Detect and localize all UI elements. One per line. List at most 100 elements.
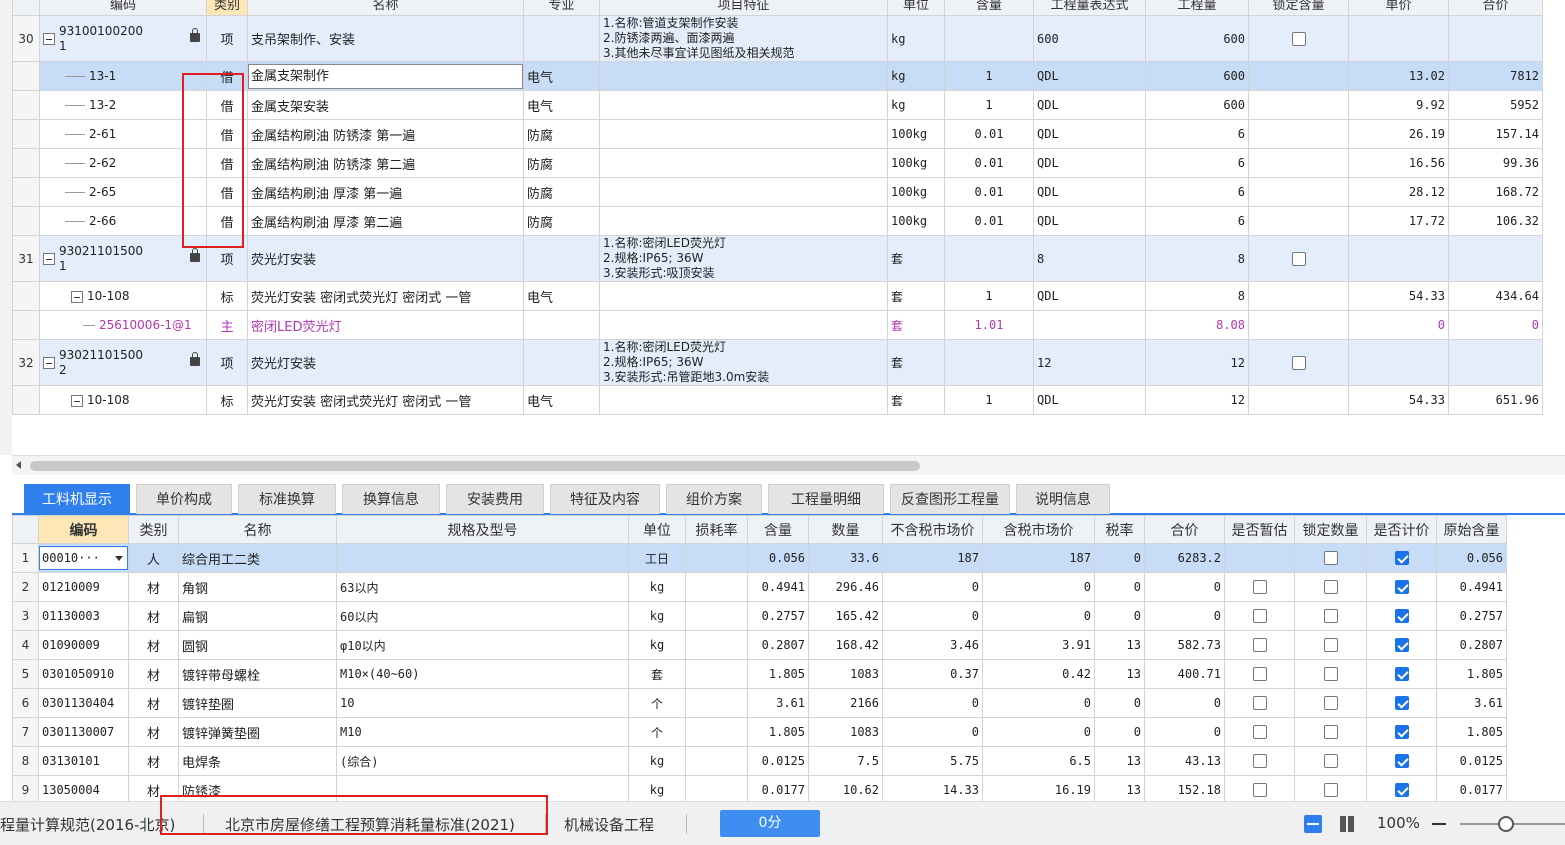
content-cell[interactable]: 0.01 xyxy=(944,177,1034,207)
lock-quantity-checkbox[interactable] xyxy=(1323,667,1338,681)
code-cell[interactable]: 03130101 xyxy=(38,746,129,776)
content-cell[interactable]: 1 xyxy=(944,90,1034,120)
name-cell[interactable]: 金属结构刷油 厚漆 第一遍 xyxy=(247,177,524,207)
code-cell[interactable]: 13050004 xyxy=(38,775,129,801)
name-cell[interactable]: 镀锌带母螺栓 xyxy=(178,659,337,689)
content-cell[interactable]: 1.805 xyxy=(747,659,809,689)
estimate-cell[interactable] xyxy=(1224,688,1295,718)
unit-cell[interactable]: kg xyxy=(628,630,686,660)
unit-cell[interactable]: 套 xyxy=(887,310,945,340)
name-cell[interactable]: 金属支架安装 xyxy=(247,90,524,120)
price-in-tax-cell[interactable]: 0.42 xyxy=(982,659,1095,689)
feature-cell[interactable] xyxy=(599,281,888,311)
code-cell[interactable]: 13-1 xyxy=(39,61,207,91)
price-ex-tax-cell[interactable]: 14.33 xyxy=(882,775,983,801)
charge-cell[interactable] xyxy=(1366,775,1437,801)
tab-item[interactable]: 特征及内容 xyxy=(550,484,660,514)
unit-cell[interactable]: kg xyxy=(887,61,945,91)
unit-cell[interactable]: kg xyxy=(887,15,945,62)
spec-cell[interactable] xyxy=(336,775,629,801)
scroll-left-icon[interactable] xyxy=(16,461,21,469)
code-cell[interactable]: 13-2 xyxy=(39,90,207,120)
quantity-cell[interactable]: 600 xyxy=(1145,61,1249,91)
loss-rate-cell[interactable] xyxy=(685,572,748,602)
charge-checkbox[interactable] xyxy=(1394,754,1409,768)
category-cell[interactable]: 借 xyxy=(206,119,248,149)
lower-col-header[interactable]: 合价 xyxy=(1144,515,1225,544)
name-cell[interactable]: 金属结构刷油 厚漆 第二遍 xyxy=(247,206,524,236)
bill-row[interactable]: 31 93021101500 1 项荧光灯安装 1.名称:密闭LED荧光灯 2.规格:IP… xyxy=(12,235,1543,282)
estimate-cell[interactable] xyxy=(1224,659,1295,689)
content-cell[interactable]: 0.0177 xyxy=(747,775,809,801)
status-spec-3[interactable]: 机械设备工程 xyxy=(564,814,654,835)
content-cell[interactable] xyxy=(944,235,1034,282)
price-in-tax-cell[interactable]: 6.5 xyxy=(982,746,1095,776)
charge-checkbox[interactable] xyxy=(1394,638,1409,652)
category-cell[interactable]: 标 xyxy=(206,385,248,415)
lock-content-cell[interactable] xyxy=(1248,15,1349,62)
name-cell[interactable]: 荧光灯安装 xyxy=(247,339,524,386)
tab-item[interactable]: 组价方案 xyxy=(666,484,762,514)
chevron-down-icon[interactable] xyxy=(115,556,123,561)
lower-col-header[interactable]: 类别 xyxy=(128,515,179,544)
price-ex-tax-cell[interactable]: 0 xyxy=(882,688,983,718)
unit-cell[interactable]: kg xyxy=(628,601,686,631)
lower-col-header[interactable]: 税率 xyxy=(1094,515,1145,544)
quantity-cell[interactable]: 12 xyxy=(1145,385,1249,415)
name-cell[interactable]: 金属结构刷油 防锈漆 第一遍 xyxy=(247,119,524,149)
bill-row[interactable]: 10-108 标荧光灯安装 密闭式荧光灯 密闭式 一管 电气 套 1 QDL 8 54.33 4… xyxy=(12,281,1543,311)
spec-cell[interactable]: (综合) xyxy=(336,746,629,776)
spec-cell[interactable]: M10×(40~60) xyxy=(336,659,629,689)
expression-cell[interactable]: QDL xyxy=(1033,119,1146,149)
lower-col-header[interactable] xyxy=(12,515,39,544)
discipline-cell[interactable]: 电气 xyxy=(523,385,600,415)
loss-rate-cell[interactable] xyxy=(685,746,748,776)
estimate-cell[interactable] xyxy=(1224,717,1295,747)
upper-col-header[interactable]: 单价 xyxy=(1348,0,1449,16)
expression-cell[interactable]: QDL xyxy=(1033,385,1146,415)
discipline-cell[interactable]: 防腐 xyxy=(523,119,600,149)
charge-cell[interactable] xyxy=(1366,543,1437,573)
unit-cell[interactable]: 套 xyxy=(628,659,686,689)
lock-content-cell[interactable] xyxy=(1248,90,1349,120)
category-cell[interactable]: 材 xyxy=(128,688,179,718)
unit-price-cell[interactable] xyxy=(1348,339,1449,386)
upper-col-header[interactable]: 编码 xyxy=(39,0,207,16)
name-cell[interactable]: 综合用工二类 xyxy=(178,543,337,573)
price-ex-tax-cell[interactable]: 0 xyxy=(882,717,983,747)
collapse-icon[interactable] xyxy=(71,394,83,407)
discipline-cell[interactable]: 防腐 xyxy=(523,148,600,178)
lower-col-header[interactable]: 不含税市场价 xyxy=(882,515,983,544)
bill-row[interactable]: 2-62 借金属结构刷油 防锈漆 第二遍 防腐 100kg 0.01 QDL 6 16.56 9… xyxy=(12,148,1543,178)
category-cell[interactable]: 材 xyxy=(128,659,179,689)
tab-item[interactable]: 换算信息 xyxy=(342,484,440,514)
discipline-cell[interactable]: 电气 xyxy=(523,90,600,120)
lock-quantity-checkbox[interactable] xyxy=(1323,725,1338,739)
lower-col-header[interactable]: 单位 xyxy=(628,515,686,544)
lock-quantity-cell[interactable] xyxy=(1294,775,1367,801)
tab-item[interactable]: 安装费用 xyxy=(446,484,544,514)
spec-cell[interactable]: 60以内 xyxy=(336,601,629,631)
expression-cell[interactable]: QDL xyxy=(1033,61,1146,91)
lower-grid[interactable]: 编码 类别 名称 规格及型号 单位 损耗率 含量 数量 不含税市场价 含税市场价 税率 合价 是否暂估锁… xyxy=(12,515,1565,801)
lock-quantity-cell[interactable] xyxy=(1294,717,1367,747)
discipline-cell[interactable] xyxy=(523,339,600,386)
collapse-icon[interactable] xyxy=(43,356,55,369)
upper-col-header[interactable]: 锁定含量 xyxy=(1248,0,1349,16)
unit-cell[interactable]: 套 xyxy=(887,339,945,386)
tax-rate-cell[interactable]: 13 xyxy=(1094,659,1145,689)
discipline-cell[interactable] xyxy=(523,15,600,62)
category-cell[interactable]: 材 xyxy=(128,746,179,776)
estimate-cell[interactable] xyxy=(1224,601,1295,631)
category-cell[interactable]: 项 xyxy=(206,339,248,386)
name-edit-box[interactable]: 金属支架制作 xyxy=(248,63,523,89)
name-cell[interactable]: 角钢 xyxy=(178,572,337,602)
tab-item[interactable]: 工料机显示 xyxy=(24,484,130,514)
estimate-cell[interactable] xyxy=(1224,775,1295,801)
price-ex-tax-cell[interactable]: 3.46 xyxy=(882,630,983,660)
resource-row[interactable]: 8 03130101 材电焊条 (综合) kg 0.0125 7.5 5.75 6.5 13 43.… xyxy=(12,746,1507,776)
charge-cell[interactable] xyxy=(1366,659,1437,689)
feature-cell[interactable]: 1.名称:管道支架制作安装 2.防锈漆两遍、面漆两遍 3.其他未尽事宜详见图纸及相关… xyxy=(599,15,888,62)
content-cell[interactable]: 3.61 xyxy=(747,688,809,718)
unit-cell[interactable]: kg xyxy=(628,775,686,801)
